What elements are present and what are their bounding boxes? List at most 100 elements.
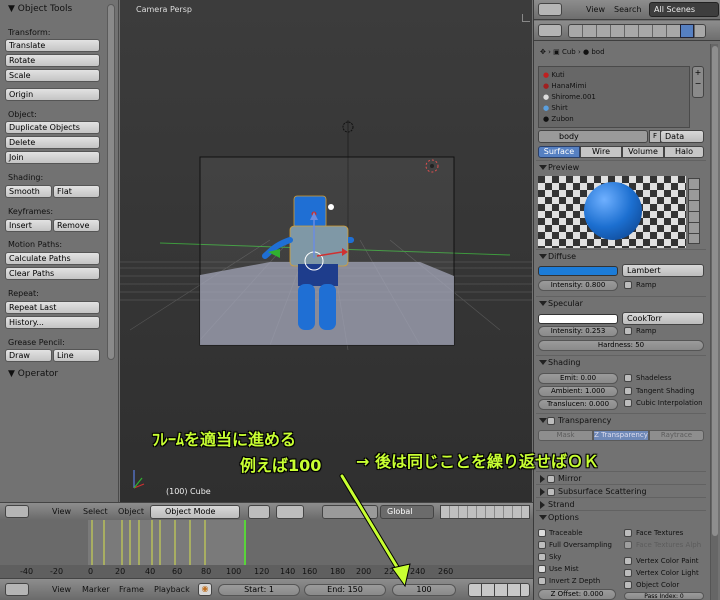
preview-type-buttons[interactable] <box>688 178 700 244</box>
z-offset-field[interactable]: Z Offset: 0.000 <box>538 589 616 600</box>
traceable-checkbox[interactable] <box>538 529 546 537</box>
marker-menu[interactable]: Marker <box>82 585 110 594</box>
specular-color-swatch[interactable] <box>538 314 618 324</box>
tab-surface[interactable]: Surface <box>538 146 580 158</box>
current-frame-field[interactable]: 100 <box>392 584 456 596</box>
line-button[interactable]: Line <box>53 349 100 362</box>
sss-checkbox[interactable] <box>547 488 555 496</box>
duplicate-objects-button[interactable]: Duplicate Objects <box>5 121 100 134</box>
layer-buttons[interactable] <box>440 505 530 519</box>
draw-button[interactable]: Draw <box>5 349 52 362</box>
manipulator-buttons[interactable] <box>322 505 378 519</box>
slot-add-remove[interactable]: + − <box>692 66 704 98</box>
scale-button[interactable]: Scale <box>5 69 100 82</box>
properties-editor-type[interactable] <box>538 24 562 37</box>
object-menu[interactable]: Object <box>118 507 144 516</box>
playback-menu[interactable]: Playback <box>154 585 190 594</box>
object-color-checkbox[interactable] <box>624 581 632 589</box>
mirror-panel-header[interactable]: Mirror <box>536 471 706 485</box>
specular-intensity-field[interactable]: Intensity: 0.253 <box>538 326 618 337</box>
search-menu[interactable]: Search <box>614 5 641 14</box>
material-slot[interactable]: ● Kuti <box>543 71 565 79</box>
specular-shader-dropdown[interactable]: CookTorr <box>622 312 704 325</box>
tangent-shading-checkbox[interactable] <box>624 387 632 395</box>
translate-button[interactable]: Translate <box>5 39 100 52</box>
transparency-checkbox[interactable] <box>547 417 555 425</box>
specular-panel-header[interactable]: Specular <box>536 296 706 310</box>
info-editor-type[interactable] <box>538 3 562 16</box>
join-button[interactable]: Join <box>5 151 100 164</box>
editor-type-button[interactable] <box>5 505 29 518</box>
tab-wire[interactable]: Wire <box>580 146 622 158</box>
clear-paths-button[interactable]: Clear Paths <box>5 267 100 280</box>
tab-mask[interactable]: Mask <box>538 430 593 441</box>
material-slot[interactable]: ● Zubon <box>543 115 574 123</box>
material-tab-icon[interactable] <box>680 24 694 38</box>
timeline-area[interactable]: -40 -20 0 20 40 60 80 100 120 140 160 18… <box>0 520 533 578</box>
diffuse-color-swatch[interactable] <box>538 266 618 276</box>
select-menu[interactable]: Select <box>83 507 108 516</box>
vertex-color-light-checkbox[interactable] <box>624 569 632 577</box>
history-button[interactable]: History... <box>5 316 100 329</box>
tab-z-transparency[interactable]: Z Transparency <box>593 430 649 441</box>
autokey-icon[interactable]: ◉ <box>198 583 212 596</box>
mirror-checkbox[interactable] <box>547 475 555 483</box>
material-slot[interactable]: ● Shirome.001 <box>543 93 596 101</box>
tab-halo[interactable]: Halo <box>664 146 704 158</box>
scenes-dropdown[interactable]: All Scenes <box>649 2 719 17</box>
rotate-button[interactable]: Rotate <box>5 54 100 67</box>
ambient-field[interactable]: Ambient: 1.000 <box>538 386 618 397</box>
invert-z-checkbox[interactable] <box>538 577 546 585</box>
diffuse-ramp-checkbox[interactable] <box>624 281 632 289</box>
flat-button[interactable]: Flat <box>53 185 100 198</box>
timeline-view-menu[interactable]: View <box>52 585 71 594</box>
vertex-color-paint-checkbox[interactable] <box>624 557 632 565</box>
material-slot[interactable]: ● Shirt <box>543 104 568 112</box>
specular-ramp-checkbox[interactable] <box>624 327 632 335</box>
face-textures-checkbox[interactable] <box>624 529 632 537</box>
shading-panel-header[interactable]: Shading <box>536 355 706 369</box>
timeline-editor-type[interactable] <box>5 583 29 596</box>
shading-dropdown[interactable] <box>248 505 270 519</box>
properties-scrollbar[interactable] <box>710 44 718 600</box>
start-frame-field[interactable]: Start: 1 <box>218 584 300 596</box>
material-slot[interactable]: ● HanaMimi <box>543 82 586 90</box>
smooth-button[interactable]: Smooth <box>5 185 52 198</box>
full-oversampling-checkbox[interactable] <box>538 541 546 549</box>
frame-menu[interactable]: Frame <box>119 585 144 594</box>
emit-field[interactable]: Emit: 0.00 <box>538 373 618 384</box>
info-view-menu[interactable]: View <box>586 5 605 14</box>
remove-keyframe-button[interactable]: Remove <box>53 219 100 232</box>
pass-index-field[interactable]: Pass Index: 0 <box>624 592 704 600</box>
operator-header[interactable]: ▼ Operator <box>8 369 58 379</box>
cubic-interpolation-checkbox[interactable] <box>624 399 632 407</box>
transparency-panel-header[interactable]: Transparency <box>536 413 706 427</box>
calculate-paths-button[interactable]: Calculate Paths <box>5 252 100 265</box>
delete-button[interactable]: Delete <box>5 136 100 149</box>
object-tools-header[interactable]: ▼ Object Tools <box>8 4 72 14</box>
hardness-field[interactable]: Hardness: 50 <box>538 340 704 351</box>
diffuse-intensity-field[interactable]: Intensity: 0.800 <box>538 280 618 291</box>
tool-shelf-scrollbar[interactable] <box>107 4 115 360</box>
mode-dropdown[interactable]: Object Mode <box>150 505 240 519</box>
strand-panel-header[interactable]: Strand <box>536 497 706 511</box>
use-mist-checkbox[interactable] <box>538 565 546 573</box>
data-dropdown[interactable]: Data <box>660 130 704 143</box>
orientation-dropdown[interactable]: Global <box>380 505 434 519</box>
view-menu[interactable]: View <box>52 507 71 516</box>
origin-button[interactable]: Origin <box>5 88 100 101</box>
insert-keyframe-button[interactable]: Insert <box>5 219 52 232</box>
preview-panel-header[interactable]: Preview <box>536 160 706 174</box>
face-textures-alpha-checkbox[interactable] <box>624 541 632 549</box>
repeat-last-button[interactable]: Repeat Last <box>5 301 100 314</box>
translucency-field[interactable]: Translucen: 0.000 <box>538 399 618 410</box>
tab-raytrace[interactable]: Raytrace <box>649 430 704 441</box>
material-slot-list[interactable]: ● Kuti ● HanaMimi ● Shirome.001 ● Shirt … <box>538 66 690 128</box>
pivot-dropdown[interactable] <box>276 505 304 519</box>
shadeless-checkbox[interactable] <box>624 374 632 382</box>
diffuse-shader-dropdown[interactable]: Lambert <box>622 264 704 277</box>
tab-volume[interactable]: Volume <box>622 146 664 158</box>
diffuse-panel-header[interactable]: Diffuse <box>536 249 706 263</box>
playback-controls[interactable] <box>468 583 530 597</box>
material-name-field[interactable]: body <box>538 130 648 143</box>
